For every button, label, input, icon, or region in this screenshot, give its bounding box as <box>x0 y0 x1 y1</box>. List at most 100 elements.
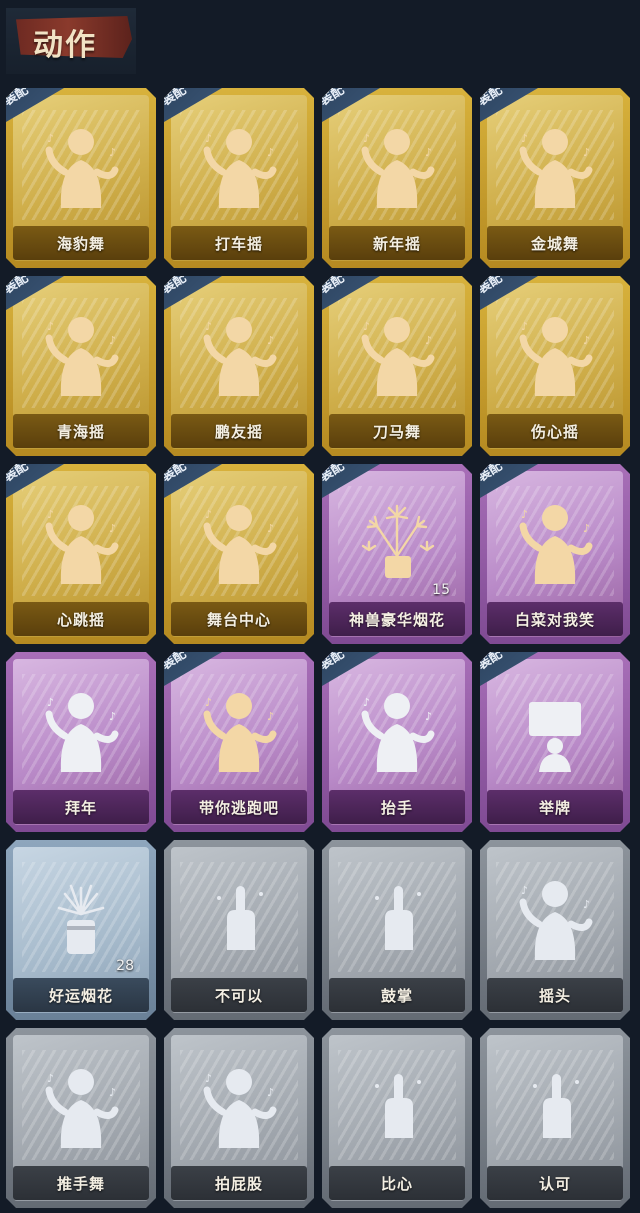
dance-figure-icon: ♪ ♪ <box>189 492 289 592</box>
action-label: 打车摇 <box>214 235 263 253</box>
action-label: 好运烟花 <box>48 987 113 1005</box>
page-title: 动作 <box>33 28 97 63</box>
item-count: 28 <box>116 958 134 974</box>
action-label: 鼓掌 <box>380 987 413 1005</box>
action-card[interactable]: ♪ ♪ 新年摇 装配 <box>322 88 472 268</box>
svg-text:♪: ♪ <box>583 146 590 159</box>
svg-text:♪: ♪ <box>47 320 54 333</box>
svg-text:♪: ♪ <box>521 508 528 521</box>
fireworks-icon <box>347 492 447 592</box>
svg-text:♪: ♪ <box>267 334 274 347</box>
action-label: 金城舞 <box>530 235 579 253</box>
svg-text:♪: ♪ <box>267 1086 274 1099</box>
action-label: 青海摇 <box>56 423 105 441</box>
action-card[interactable]: ♪ ♪ 白菜对我笑 装配 <box>480 464 630 644</box>
equipped-tag-text: 装配 <box>475 82 506 109</box>
equipped-tag-text: 装配 <box>1 82 32 109</box>
dance-figure-icon: ♪ ♪ <box>31 492 131 592</box>
svg-text:♪: ♪ <box>109 1086 116 1099</box>
dance-figure-icon: ♪ ♪ <box>189 304 289 404</box>
action-label: 拜年 <box>64 799 97 817</box>
equipped-tag-text: 装配 <box>159 646 190 673</box>
dance-figure-icon: ♪ ♪ <box>505 116 605 216</box>
action-card[interactable]: ♪ ♪ 拜年 <box>6 652 156 832</box>
equipped-tag-text: 装配 <box>159 458 190 485</box>
heart-hands-figure-icon: ♪ ♪ <box>505 304 605 404</box>
equipped-tag-text: 装配 <box>1 270 32 297</box>
action-card[interactable]: ♪ ♪ 心跳摇 装配 <box>6 464 156 644</box>
dance-figure-icon: ♪ ♪ <box>505 492 605 592</box>
clap-hands-icon <box>347 868 447 968</box>
action-label: 不可以 <box>214 987 263 1005</box>
action-label: 推手舞 <box>56 1175 105 1193</box>
action-card[interactable]: ♪ ♪ 带你逃跑吧 装配 <box>164 652 314 832</box>
action-label: 神兽豪华烟花 <box>348 611 445 629</box>
equipped-tag-text: 装配 <box>317 270 348 297</box>
action-card[interactable]: ♪ ♪ 青海摇 装配 <box>6 276 156 456</box>
pat-figure-icon: ♪ ♪ <box>189 1056 289 1156</box>
action-card[interactable]: ♪ ♪ 刀马舞 装配 <box>322 276 472 456</box>
action-card[interactable]: 鼓掌 <box>322 840 472 1020</box>
action-card[interactable]: 比心 <box>322 1028 472 1208</box>
action-card[interactable]: 神兽豪华烟花 15 装配 <box>322 464 472 644</box>
sign-figure-icon <box>505 680 605 780</box>
item-count: 15 <box>432 582 450 598</box>
action-card[interactable]: 认可 <box>480 1028 630 1208</box>
action-card[interactable]: 好运烟花 28 <box>6 840 156 1020</box>
svg-text:♪: ♪ <box>205 132 212 145</box>
finger-wag-icon <box>189 868 289 968</box>
svg-text:♪: ♪ <box>267 146 274 159</box>
svg-text:♪: ♪ <box>267 710 274 723</box>
push-dance-figure-icon: ♪ ♪ <box>31 1056 131 1156</box>
dance-figure-icon: ♪ ♪ <box>189 680 289 780</box>
svg-text:♪: ♪ <box>425 146 432 159</box>
equipped-tag-text: 装配 <box>159 82 190 109</box>
svg-text:♪: ♪ <box>425 334 432 347</box>
svg-text:♪: ♪ <box>583 522 590 535</box>
action-card[interactable]: ♪ ♪ 伤心摇 装配 <box>480 276 630 456</box>
action-label: 举牌 <box>538 799 571 817</box>
equipped-tag-text: 装配 <box>317 458 348 485</box>
action-label: 认可 <box>538 1175 571 1193</box>
svg-text:♪: ♪ <box>205 696 212 709</box>
action-label: 心跳摇 <box>56 611 105 629</box>
svg-text:♪: ♪ <box>583 334 590 347</box>
action-card[interactable]: ♪ ♪ 舞台中心 装配 <box>164 464 314 644</box>
svg-text:♪: ♪ <box>109 334 116 347</box>
action-card[interactable]: ♪ ♪ 鹏友摇 装配 <box>164 276 314 456</box>
equipped-tag-text: 装配 <box>475 646 506 673</box>
svg-text:♪: ♪ <box>205 320 212 333</box>
thumbs-up-icon <box>505 1056 605 1156</box>
equipped-tag-text: 装配 <box>475 458 506 485</box>
action-card[interactable]: ♪ ♪ 金城舞 装配 <box>480 88 630 268</box>
action-label: 伤心摇 <box>530 423 579 441</box>
action-card[interactable]: 举牌 装配 <box>480 652 630 832</box>
action-card[interactable]: ♪ ♪ 抬手 装配 <box>322 652 472 832</box>
svg-text:♪: ♪ <box>521 884 528 897</box>
action-card[interactable]: ♪ ♪ 摇头 <box>480 840 630 1020</box>
action-label: 新年摇 <box>372 235 421 253</box>
action-label: 海豹舞 <box>56 235 105 253</box>
action-card[interactable]: ♪ ♪ 打车摇 装配 <box>164 88 314 268</box>
firework-can-icon <box>31 868 131 968</box>
equipped-tag-text: 装配 <box>159 270 190 297</box>
greeting-figure-icon: ♪ ♪ <box>31 680 131 780</box>
dance-figure-icon: ♪ ♪ <box>189 116 289 216</box>
svg-text:♪: ♪ <box>109 710 116 723</box>
action-card[interactable]: 不可以 <box>164 840 314 1020</box>
svg-text:♪: ♪ <box>267 522 274 535</box>
dance-figure-icon: ♪ ♪ <box>31 116 131 216</box>
dance-figure-icon: ♪ ♪ <box>347 304 447 404</box>
action-card[interactable]: ♪ ♪ 海豹舞 装配 <box>6 88 156 268</box>
svg-text:♪: ♪ <box>47 508 54 521</box>
equipped-tag-text: 装配 <box>1 458 32 485</box>
svg-text:♪: ♪ <box>583 898 590 911</box>
svg-text:♪: ♪ <box>109 522 116 535</box>
action-card[interactable]: ♪ ♪ 推手舞 <box>6 1028 156 1208</box>
svg-text:♪: ♪ <box>363 696 370 709</box>
action-label: 鹏友摇 <box>214 423 263 441</box>
action-label: 舞台中心 <box>206 611 271 629</box>
action-label: 带你逃跑吧 <box>198 799 279 817</box>
action-card[interactable]: ♪ ♪ 拍屁股 <box>164 1028 314 1208</box>
equipped-tag-text: 装配 <box>317 82 348 109</box>
